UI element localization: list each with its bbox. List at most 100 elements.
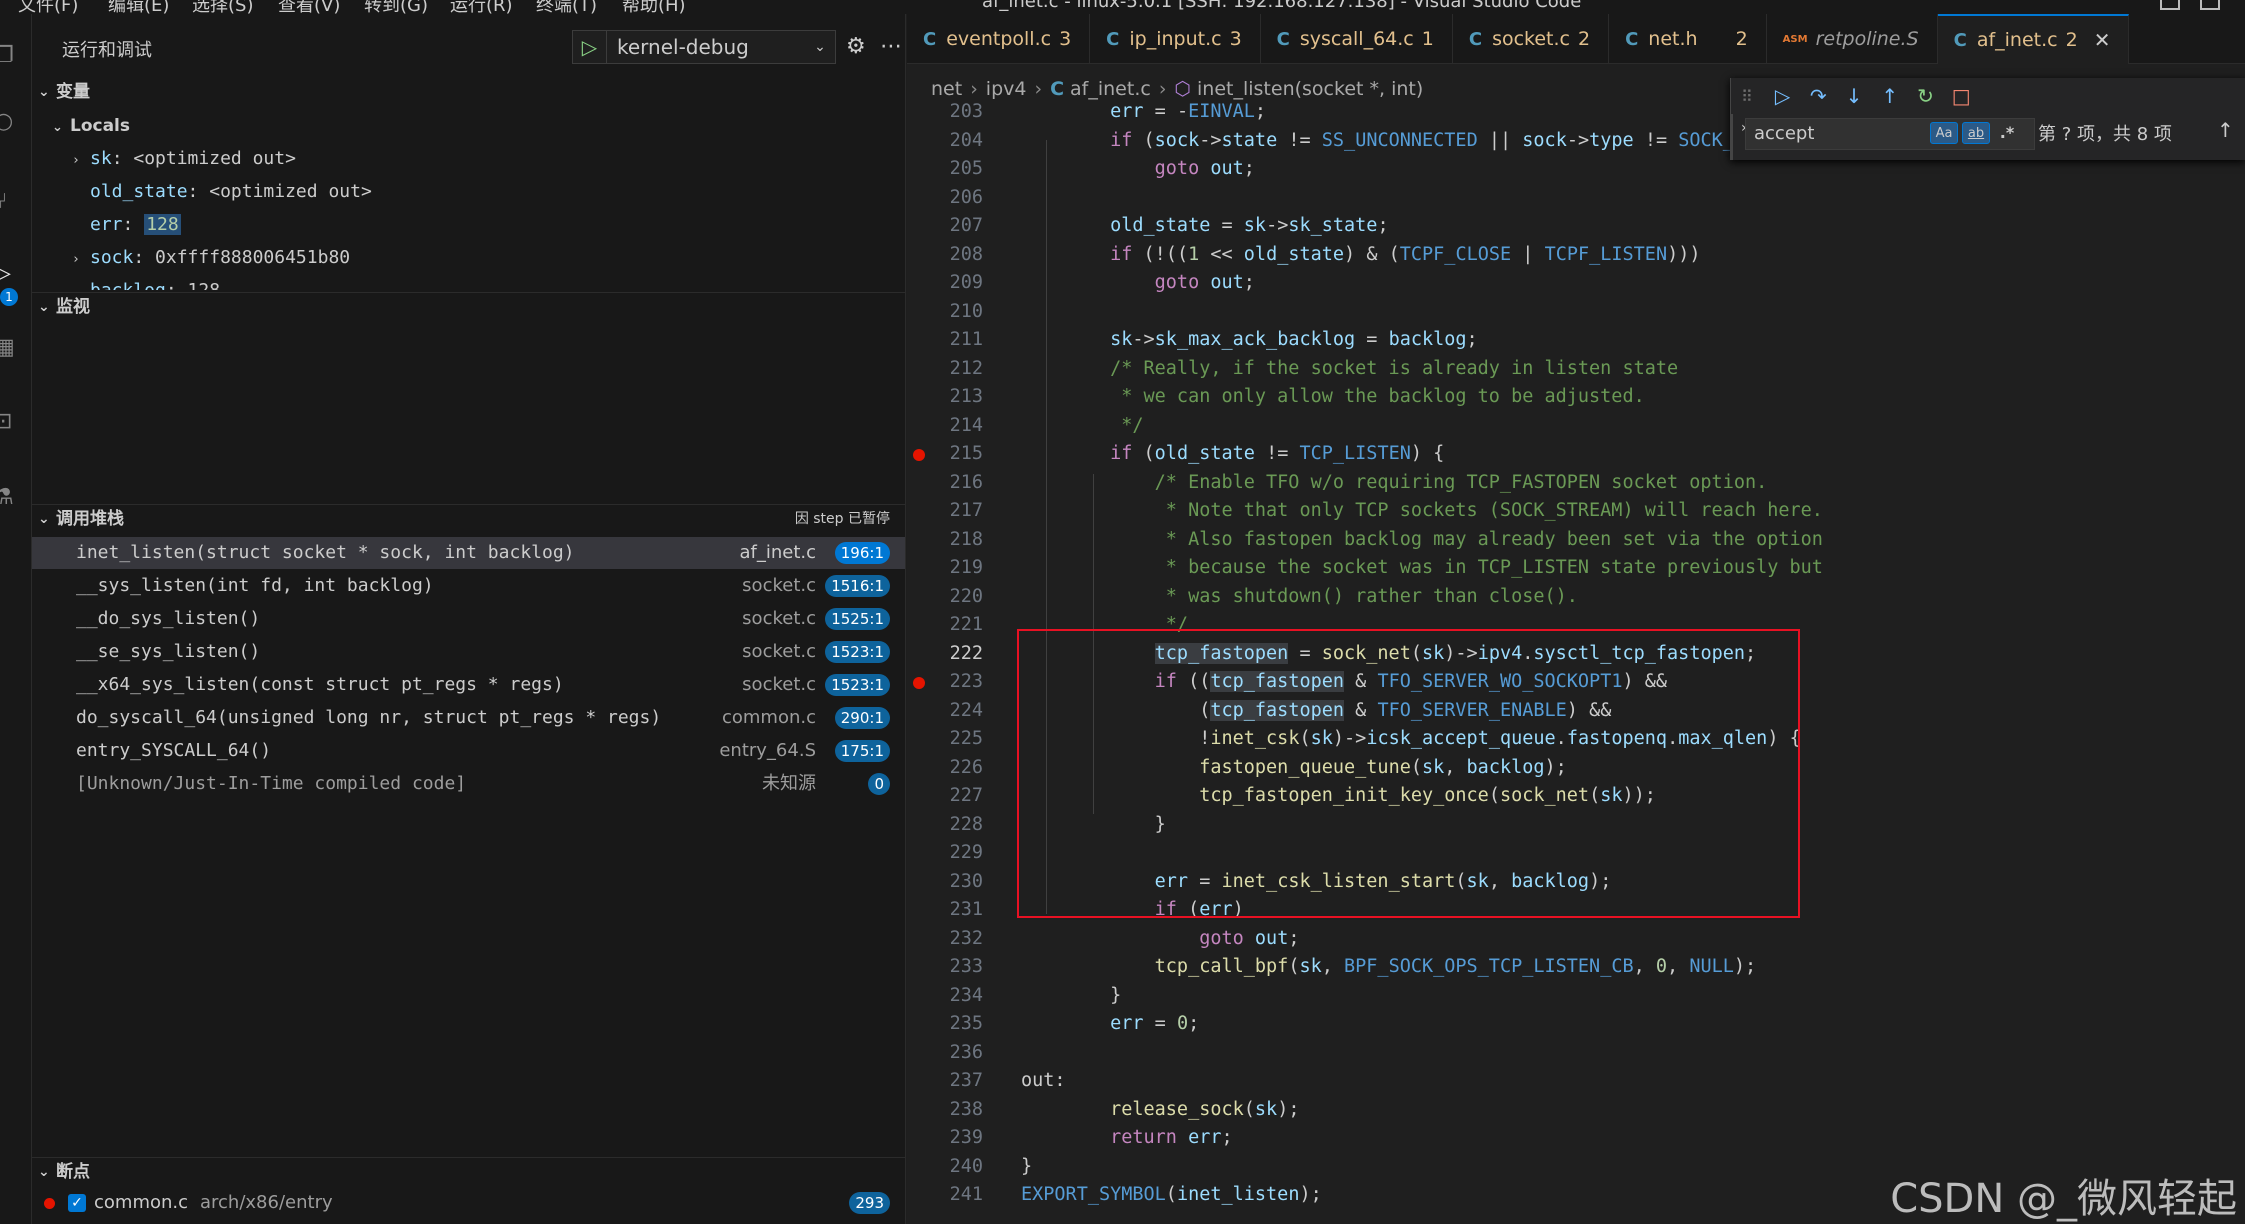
- code-line[interactable]: 214 */: [907, 412, 2245, 441]
- menu-file[interactable]: 文件(F): [18, 0, 78, 14]
- breadcrumb-item[interactable]: ipv4: [986, 78, 1027, 100]
- menu-edit[interactable]: 编辑(E): [108, 0, 169, 14]
- callstack-frame[interactable]: [Unknown/Just-In-Time compiled code] 未知源 0: [32, 768, 905, 800]
- stop-icon[interactable]: □: [1951, 84, 1971, 108]
- callstack-frame[interactable]: __do_sys_listen() socket.c 1525:1: [32, 603, 905, 635]
- callstack-frame[interactable]: __x64_sys_listen(const struct pt_regs * …: [32, 669, 905, 701]
- variable-row-old-state[interactable]: old_state: <optimized out>: [90, 177, 372, 207]
- callstack-frame[interactable]: inet_listen(struct socket * sock, int ba…: [32, 537, 905, 569]
- drag-handle-icon[interactable]: ⠿: [1737, 87, 1757, 106]
- code-line[interactable]: 232 goto out;: [907, 925, 2245, 954]
- menu-help[interactable]: 帮助(H): [622, 0, 686, 14]
- menu-run[interactable]: 运行(R): [450, 0, 513, 14]
- code-line[interactable]: 219 * because the socket was in TCP_LIST…: [907, 554, 2245, 583]
- match-case-toggle[interactable]: Aa: [1930, 122, 1958, 144]
- code-line[interactable]: 216 /* Enable TFO w/o requiring TCP_FAST…: [907, 469, 2245, 498]
- code-line[interactable]: 213 * we can only allow the backlog to b…: [907, 383, 2245, 412]
- breadcrumb-item[interactable]: af_inet.c: [1070, 78, 1151, 100]
- code-line[interactable]: 220 * was shutdown() rather than close()…: [907, 583, 2245, 612]
- editor-tab[interactable]: Csyscall_64.c 1: [1261, 14, 1453, 64]
- code-line[interactable]: 234 }: [907, 982, 2245, 1011]
- code-line[interactable]: 237 out:: [907, 1067, 2245, 1096]
- callstack-frame[interactable]: entry_SYSCALL_64() entry_64.S 175:1: [32, 735, 905, 767]
- code-line[interactable]: 210: [907, 298, 2245, 327]
- close-icon[interactable]: ✕: [2094, 28, 2111, 52]
- extensions-icon[interactable]: ▦: [0, 336, 18, 360]
- run-debug-icon[interactable]: ▷: [0, 262, 18, 286]
- layout-toggle-icon[interactable]: [2160, 0, 2180, 10]
- code-line[interactable]: 206: [907, 184, 2245, 213]
- variable-separator: :: [122, 214, 145, 235]
- editor-tab[interactable]: ASM retpoline.S: [1767, 14, 1938, 64]
- code-line[interactable]: 207 old_state = sk->sk_state;: [907, 212, 2245, 241]
- step-over-icon[interactable]: ↷: [1808, 84, 1828, 108]
- remote-explorer-icon[interactable]: ⊡: [0, 410, 18, 434]
- more-actions-icon[interactable]: ⋯: [880, 34, 902, 59]
- code-line[interactable]: 211 sk->sk_max_ack_backlog = backlog;: [907, 326, 2245, 355]
- code-line[interactable]: 208 if (!((1 << old_state) & (TCPF_CLOSE…: [907, 241, 2245, 270]
- editor-tab[interactable]: Cip_input.c 3: [1090, 14, 1261, 64]
- variable-row-sk[interactable]: › sk: <optimized out>: [72, 144, 296, 174]
- menu-view[interactable]: 查看(V): [278, 0, 340, 14]
- watermark: CSDN @_微风轻起: [1890, 1176, 2237, 1222]
- menu-go[interactable]: 转到(G): [364, 0, 428, 14]
- callstack-section-header[interactable]: ⌄ 调用堆栈 因 step 已暂停: [32, 504, 905, 532]
- code-line[interactable]: 233 tcp_call_bpf(sk, BPF_SOCK_OPS_TCP_LI…: [907, 953, 2245, 982]
- arrow-up-icon[interactable]: ↑: [2217, 118, 2234, 142]
- editor-tab[interactable]: Csocket.c 2: [1453, 14, 1610, 64]
- find-input[interactable]: accept: [1745, 118, 2035, 150]
- code-line[interactable]: 209 goto out;: [907, 269, 2245, 298]
- frame-function: __se_sys_listen(): [76, 641, 261, 662]
- continue-icon[interactable]: ▷: [1773, 84, 1793, 108]
- frame-file: af_inet.c: [739, 542, 816, 563]
- gear-icon[interactable]: ⚙: [846, 34, 866, 59]
- variables-section-header[interactable]: ⌄ 变量: [32, 78, 905, 106]
- line-source: return err;: [1110, 1127, 1233, 1148]
- code-line[interactable]: 212 /* Really, if the socket is already …: [907, 355, 2245, 384]
- editor-tab[interactable]: Ceventpoll.c 3: [907, 14, 1091, 64]
- code-line[interactable]: 239 return err;: [907, 1124, 2245, 1153]
- callstack-frame[interactable]: __se_sys_listen() socket.c 1523:1: [32, 636, 905, 668]
- variable-row-backlog[interactable]: backlog: 128: [90, 276, 220, 290]
- code-line[interactable]: 218 * Also fastopen backlog may already …: [907, 526, 2245, 555]
- source-control-icon[interactable]: ⑂: [0, 190, 18, 214]
- code-line[interactable]: 235 err = 0;: [907, 1010, 2245, 1039]
- line-number: 213: [949, 386, 983, 407]
- code-line[interactable]: 215 if (old_state != TCP_LISTEN) {: [907, 440, 2245, 469]
- breadcrumb-item[interactable]: inet_listen(socket *, int): [1197, 78, 1423, 100]
- locals-scope[interactable]: ⌄ Locals: [52, 111, 130, 141]
- code-line[interactable]: 236: [907, 1039, 2245, 1068]
- frame-position-badge: 196:1: [834, 542, 890, 564]
- variable-row-sock[interactable]: › sock: 0xffff888006451b80: [72, 243, 350, 273]
- test-icon[interactable]: ⚗: [0, 486, 18, 510]
- whole-word-toggle[interactable]: ab: [1962, 122, 1990, 144]
- callstack-frame[interactable]: __sys_listen(int fd, int backlog) socket.…: [32, 570, 905, 602]
- breadcrumb-item[interactable]: net: [931, 78, 962, 100]
- watch-section-header[interactable]: ⌄ 监视: [32, 292, 905, 320]
- chevron-down-icon: ⌄: [38, 84, 50, 100]
- code-line[interactable]: 238 release_sock(sk);: [907, 1096, 2245, 1125]
- step-out-icon[interactable]: ↑: [1880, 84, 1900, 108]
- callstack-frame[interactable]: do_syscall_64(unsigned long nr, struct p…: [32, 702, 905, 734]
- menu-selection[interactable]: 选择(S): [192, 0, 253, 14]
- editor-tab[interactable]: Caf_inet.c 2 ✕: [1937, 14, 2130, 64]
- breakpoint-checkbox[interactable]: ✓: [68, 1194, 86, 1212]
- code-line[interactable]: 217 * Note that only TCP sockets (SOCK_S…: [907, 497, 2245, 526]
- c-file-icon: C: [1468, 28, 1483, 50]
- variable-row-err[interactable]: err: 128: [90, 210, 181, 240]
- explorer-icon[interactable]: ❐: [0, 44, 18, 68]
- line-number: 241: [949, 1184, 983, 1205]
- step-into-icon[interactable]: ↓: [1844, 84, 1864, 108]
- start-debug-icon[interactable]: ▷: [573, 31, 607, 63]
- restart-icon[interactable]: ↻: [1916, 84, 1936, 108]
- run-config-select[interactable]: kernel-debug: [607, 35, 805, 59]
- breakpoints-section-header[interactable]: ⌄ 断点: [32, 1157, 905, 1185]
- menu-terminal[interactable]: 终端(T): [536, 0, 597, 14]
- panel-toggle-icon[interactable]: [2200, 0, 2220, 10]
- frame-file: socket.c: [742, 575, 816, 596]
- search-icon[interactable]: ○: [0, 110, 18, 134]
- chevron-down-icon[interactable]: ⌄: [805, 39, 835, 55]
- editor-tab[interactable]: Cnet.h 2: [1609, 14, 1767, 64]
- breakpoint-item[interactable]: ✓ common.c arch/x86/entry 293: [32, 1188, 905, 1218]
- regex-toggle[interactable]: .*: [1994, 122, 2020, 144]
